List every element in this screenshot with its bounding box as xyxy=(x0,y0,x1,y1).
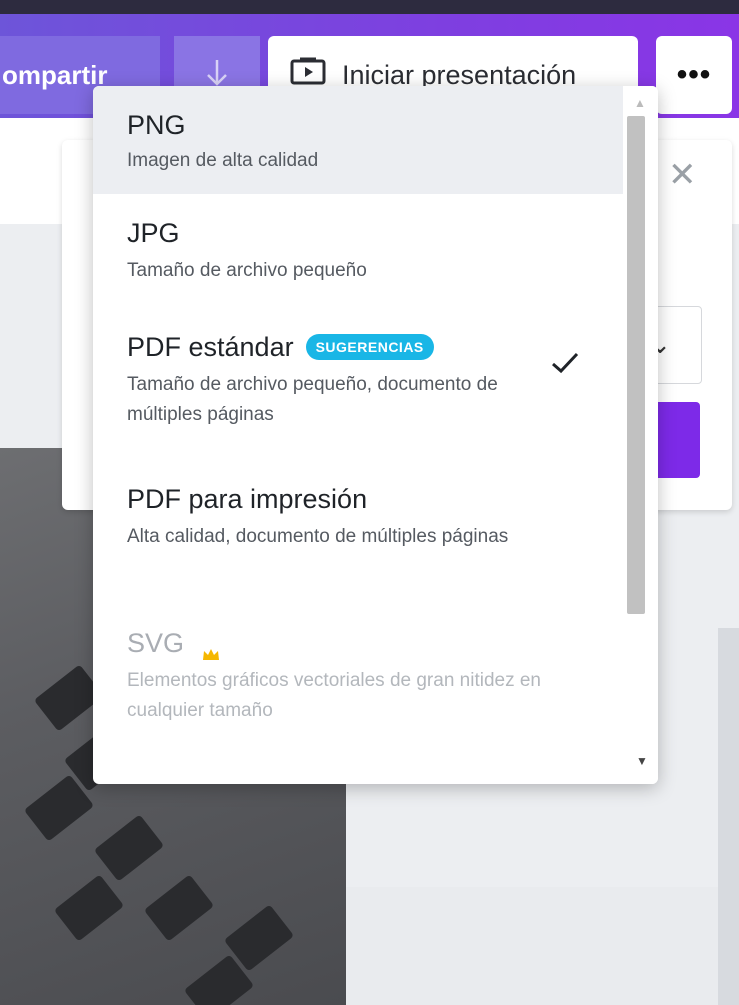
option-title: SVG xyxy=(127,628,185,658)
option-title: JPG xyxy=(127,218,180,248)
option-pdf-standard[interactable]: PDF estándar SUGERENCIAS Tamaño de archi… xyxy=(93,330,623,450)
option-description: Imagen de alta calidad xyxy=(127,150,319,171)
option-title: PNG xyxy=(127,110,186,140)
option-png[interactable]: PNG Imagen de alta calidad xyxy=(93,86,623,194)
keyboard-key xyxy=(93,814,165,882)
scroll-strip xyxy=(718,628,739,1005)
option-pdf-print[interactable]: PDF para impresión Alta calidad, documen… xyxy=(93,482,623,602)
more-options-button[interactable]: ••• xyxy=(656,36,732,114)
option-svg[interactable]: SVG Elementos gráficos vectoriales de gr… xyxy=(93,626,623,746)
option-description: Alta calidad, documento de múltiples pág… xyxy=(127,526,509,547)
more-icon: ••• xyxy=(676,58,712,91)
suggestion-badge: SUGERENCIAS xyxy=(305,334,434,360)
option-description: Tamaño de archivo pequeño, documento de … xyxy=(127,374,498,425)
keyboard-key xyxy=(143,874,215,942)
option-description: Elementos gráficos vectoriales de gran n… xyxy=(127,670,542,721)
scroll-thumb[interactable] xyxy=(627,116,645,614)
crown-icon xyxy=(202,636,220,660)
close-icon[interactable]: ✕ xyxy=(668,158,697,192)
option-title: PDF estándar xyxy=(127,332,294,362)
file-type-dropdown: PNG Imagen de alta calidad JPG Tamaño de… xyxy=(93,86,658,784)
checkmark-icon xyxy=(551,352,579,379)
option-jpg[interactable]: JPG Tamaño de archivo pequeño xyxy=(93,216,623,316)
share-button-label: ompartir xyxy=(2,59,108,90)
keyboard-key xyxy=(53,874,125,942)
scroll-up-arrow-icon[interactable]: ▲ xyxy=(634,96,646,110)
option-title: PDF para impresión xyxy=(127,484,368,514)
option-description: Tamaño de archivo pequeño xyxy=(127,260,367,281)
scroll-down-arrow-icon[interactable]: ▼ xyxy=(636,754,648,768)
